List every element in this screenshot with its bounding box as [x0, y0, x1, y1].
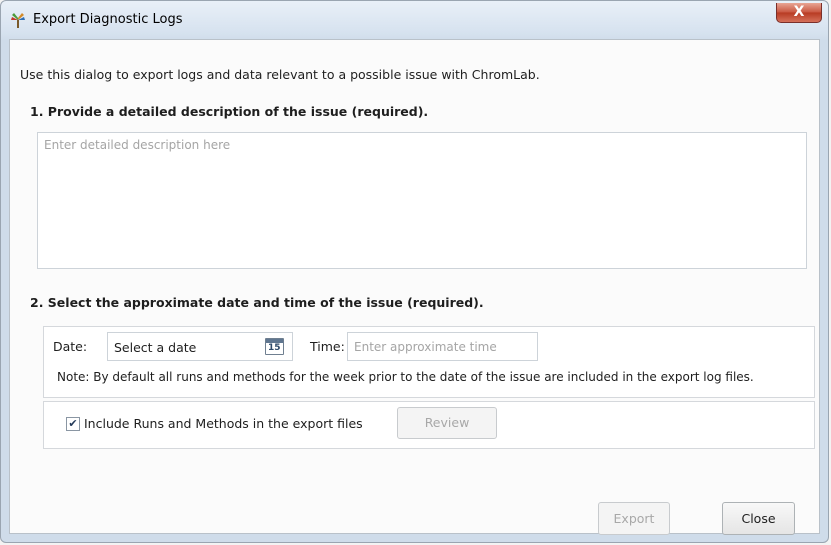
close-icon[interactable]: X — [776, 3, 822, 23]
intro-text: Use this dialog to export logs and data … — [20, 67, 540, 82]
time-label: Time: — [310, 339, 345, 354]
title-bar[interactable]: Export Diagnostic Logs X — [1, 1, 828, 39]
app-logo-icon — [11, 13, 25, 28]
note-text: Note: By default all runs and methods fo… — [57, 370, 754, 384]
section1-title: 1. Provide a detailed description of the… — [30, 104, 429, 119]
description-placeholder: Enter detailed description here — [44, 138, 231, 152]
time-input[interactable]: Enter approximate time — [347, 332, 538, 361]
date-time-panel: Date: Select a date 15 Time: Enter appro… — [43, 326, 815, 398]
close-button[interactable]: Close — [722, 502, 795, 535]
calendar-icon-day: 15 — [268, 343, 281, 353]
dialog-window: Export Diagnostic Logs X Use this dialog… — [0, 0, 829, 543]
description-textarea[interactable]: Enter detailed description here — [37, 132, 807, 269]
review-button[interactable]: Review — [397, 407, 497, 439]
section2-title: 2. Select the approximate date and time … — [30, 295, 484, 310]
date-value: Select a date — [114, 340, 197, 355]
date-picker[interactable]: Select a date 15 — [107, 332, 293, 361]
include-runs-checkbox[interactable]: ✔ — [66, 417, 80, 431]
calendar-icon[interactable]: 15 — [265, 338, 284, 355]
include-panel: ✔ Include Runs and Methods in the export… — [43, 401, 815, 449]
date-label: Date: — [53, 339, 88, 354]
include-runs-label[interactable]: Include Runs and Methods in the export f… — [84, 416, 363, 431]
time-placeholder: Enter approximate time — [354, 340, 497, 354]
dialog-body: Use this dialog to export logs and data … — [9, 39, 820, 535]
export-button[interactable]: Export — [598, 502, 670, 535]
window-title: Export Diagnostic Logs — [33, 12, 183, 27]
